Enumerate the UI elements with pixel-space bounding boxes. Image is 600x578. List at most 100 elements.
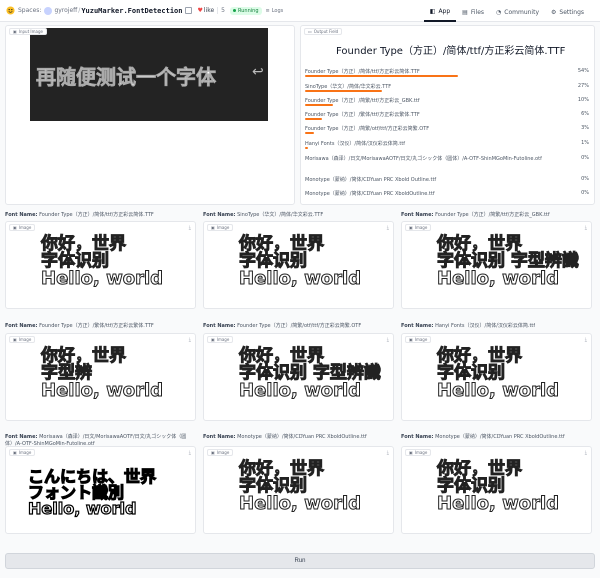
- app-icon: ◧: [429, 7, 436, 15]
- label-icon: ▭: [308, 29, 312, 34]
- settings-icon: ⚙: [551, 8, 557, 16]
- result-confidence-bar: [305, 90, 382, 92]
- path-separator: /: [78, 7, 81, 14]
- tab-community-label: Community: [504, 8, 539, 16]
- font-name-prefix: Font Name:: [5, 212, 38, 218]
- font-name-label: Font Name: Morisawa（森泽）/日文/MorisawaAOTF/…: [5, 433, 195, 447]
- download-icon[interactable]: ⤓: [387, 450, 389, 456]
- image-icon: ▣: [13, 29, 17, 34]
- tab-settings[interactable]: ⚙ Settings: [545, 2, 590, 22]
- font-sample-image: ▣ Image ⤓ 你好，世界 字体识别 Hello, world: [401, 333, 592, 421]
- result-confidence: 3%: [581, 125, 589, 131]
- font-name-label: Font Name: Founder Type（方正）/简繁/otf/ttf/方…: [203, 322, 361, 329]
- font-sample-image: ▣ Image ⤓ 你好，世界 字型辨 Hello, world: [5, 333, 196, 421]
- community-icon: ◔: [496, 8, 502, 16]
- input-image-label-text: Input Image: [18, 29, 43, 34]
- image-icon: ▣: [409, 450, 413, 455]
- image-label-text: Image: [18, 225, 32, 230]
- like-button[interactable]: ♥ like 5: [197, 7, 225, 14]
- result-row: Hanyi Fonts（汉仪）/简体/汉仪彩云体简.ttf 1%: [305, 139, 589, 153]
- tab-files[interactable]: ▤ Files: [456, 2, 490, 22]
- result-confidence: 1%: [581, 140, 589, 146]
- result-row: Founder Type（方正）/简繁/otf/ttf/方正彩云简繁.OTF 3%: [305, 124, 589, 138]
- result-confidence-bar: [305, 75, 459, 77]
- result-confidence: 10%: [577, 97, 589, 103]
- image-label: ▣ Image: [207, 336, 234, 343]
- font-name-prefix: Font Name:: [203, 434, 236, 440]
- font-sample-text: こんにちは、世界 フォント識別 Hello, world: [27, 468, 178, 517]
- result-confidence: 27%: [577, 83, 589, 89]
- cursor-arrow-icon: ↩: [252, 64, 264, 80]
- logs-button[interactable]: ≡ Logs: [266, 8, 284, 14]
- status-dot-icon: [233, 9, 236, 12]
- font-name-value: SinoType（华文）/简体/华文彩云.TTF: [237, 212, 324, 218]
- run-button[interactable]: Run: [5, 553, 595, 569]
- result-confidence: 0%: [581, 155, 589, 161]
- image-label-text: Image: [216, 225, 230, 230]
- image-label-text: Image: [216, 450, 230, 455]
- font-name-value: Founder Type（方正）/简繁/ttf/方正彩云_GBK.ttf: [435, 212, 550, 218]
- download-icon[interactable]: ⤓: [585, 450, 587, 456]
- like-count: 5: [217, 7, 225, 14]
- image-label-text: Image: [414, 337, 428, 342]
- font-name-label: Font Name: Founder Type（方正）/简繁/ttf/方正彩云_…: [401, 211, 550, 218]
- result-row: Monotype（蒙纳）/简体/CDYuan PRC Xbold Outline…: [305, 175, 589, 189]
- result-font-name: Morisawa（森泽）/日文/MorisawaAOTF/日文/丸ゴシック体（圆…: [305, 156, 542, 162]
- status-badge: Running: [230, 6, 262, 15]
- font-name-prefix: Font Name:: [401, 212, 434, 218]
- font-sample-image: ▣ Image ⤓ こんにちは、世界 フォント識別 Hello, world: [5, 446, 196, 534]
- font-name-label: Font Name: Monotype（蒙纳）/简体/CDYuan PRC Xb…: [203, 433, 367, 440]
- download-icon[interactable]: ⤓: [189, 337, 191, 343]
- font-name-prefix: Font Name:: [203, 323, 236, 329]
- font-name-prefix: Font Name:: [401, 323, 434, 329]
- sample-line: Hello, world: [239, 493, 362, 514]
- download-icon[interactable]: ⤓: [189, 225, 191, 231]
- download-icon[interactable]: ⤓: [387, 225, 389, 231]
- space-nav: ◧ App ▤ Files ◔ Community ⚙ Settings: [423, 0, 590, 22]
- logs-icon: ≡: [265, 7, 270, 14]
- result-font-name: Founder Type（方正）/简繁/otf/ttf/方正彩云简繁.OTF: [305, 126, 430, 132]
- result-row: Monotype（蒙纳）/简体/CDYuan PRC XboldOutline.…: [305, 189, 589, 203]
- avatar: [44, 6, 53, 15]
- download-icon[interactable]: ⤓: [585, 337, 587, 343]
- repo-name[interactable]: YuzuMarker.FontDetection: [81, 7, 182, 15]
- tab-app[interactable]: ◧ App: [423, 2, 457, 22]
- font-sample-image: ▣ Image ⤓ 你好，世界 字体识别 字型辨識 Hello, world: [401, 221, 592, 309]
- download-icon[interactable]: ⤓: [387, 337, 389, 343]
- font-name-prefix: Font Name:: [5, 434, 38, 440]
- owner-link[interactable]: gyrojeff: [54, 7, 77, 14]
- logs-label: Logs: [271, 7, 284, 14]
- image-icon: ▣: [13, 225, 17, 230]
- output-label: ▭ Output Field: [304, 28, 343, 35]
- font-sample-text: 你好，世界 字型辨 Hello, world: [41, 347, 191, 400]
- image-icon: ▣: [13, 450, 17, 455]
- font-sample-text: 你好，世界 字体识别 Hello, world: [239, 460, 389, 514]
- font-name-value: Founder Type（方正）/简繁/otf/ttf/方正彩云简繁.OTF: [237, 323, 362, 329]
- result-confidence-bar: [305, 104, 334, 106]
- font-sample-text: 你好，世界 字体识别 字型辨識 Hello, world: [239, 347, 389, 401]
- font-name-label: Font Name: Founder Type（方正）/繁体/ttf/方正彩云繁…: [5, 322, 154, 329]
- result-row: Founder Type（方正）/简繁/ttf/方正彩云_GBK.ttf 10%: [305, 96, 589, 110]
- result-confidence-bar: [305, 132, 314, 134]
- font-name-value: Founder Type（方正）/简体/ttf/方正彩云简体.TTF: [39, 212, 154, 218]
- font-name-label: Font Name: Monotype（蒙纳）/简体/CDYuan PRC Xb…: [401, 433, 565, 440]
- tab-files-label: Files: [470, 8, 485, 16]
- spaces-link[interactable]: Spaces:: [18, 7, 41, 14]
- copy-icon[interactable]: [185, 7, 193, 14]
- files-icon: ▤: [462, 8, 468, 16]
- huggingface-logo-icon[interactable]: [6, 6, 15, 15]
- like-label: like: [203, 7, 215, 14]
- download-icon[interactable]: ⤓: [189, 450, 191, 456]
- result-confidence: 0%: [581, 190, 589, 196]
- font-name-prefix: Font Name:: [401, 434, 434, 440]
- sample-line: Hello, world: [239, 380, 362, 401]
- download-icon[interactable]: ⤓: [585, 225, 587, 231]
- font-name-label: Font Name: Founder Type（方正）/简体/ttf/方正彩云简…: [5, 211, 154, 218]
- top-bar: Spaces: gyrojeff / YuzuMarker.FontDetect…: [0, 0, 600, 22]
- image-icon: ▣: [211, 225, 215, 230]
- result-row: SinoType（华文）/简体/华文彩云.TTF 27%: [305, 82, 589, 96]
- result-confidence: 6%: [581, 111, 589, 117]
- image-label: ▣ Image: [405, 224, 432, 231]
- tab-community[interactable]: ◔ Community: [490, 2, 545, 22]
- result-confidence: 0%: [581, 176, 589, 182]
